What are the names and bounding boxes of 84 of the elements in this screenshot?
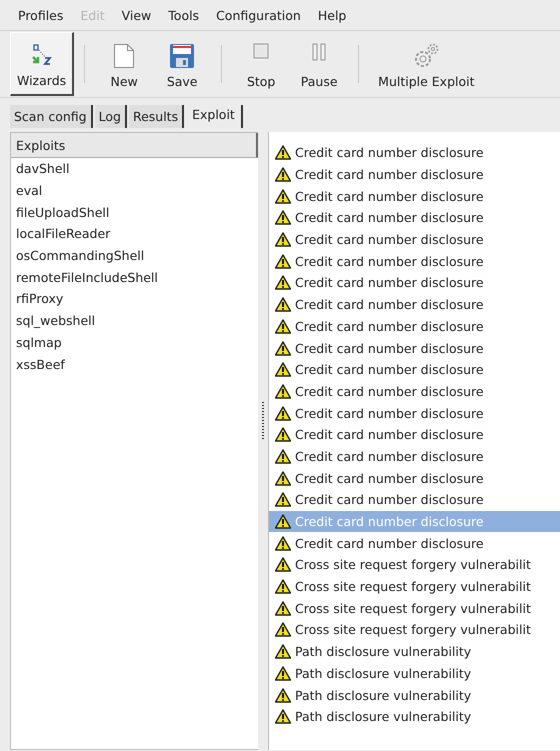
warning-icon [275, 557, 291, 572]
toolbar-button[interactable]: Save [153, 32, 212, 96]
vulnerability-item[interactable]: Cross site request forgery vulnerabilit [269, 619, 560, 641]
tab[interactable]: Log [94, 105, 127, 128]
menu-item[interactable]: Profiles [10, 8, 72, 22]
menu-item[interactable]: Help [310, 8, 356, 22]
warning-icon [275, 340, 291, 356]
vulnerability-item[interactable]: Credit card number disclosure [269, 337, 560, 359]
warning-icon [275, 318, 291, 334]
exploit-item[interactable]: xssBeef [11, 353, 258, 375]
exploit-item[interactable]: sqlmap [11, 332, 258, 354]
warning-icon [275, 362, 291, 378]
warning-icon [275, 275, 291, 290]
vulnerability-item[interactable]: Credit card number disclosure [269, 402, 560, 424]
exploit-item[interactable]: rfiProxy [11, 288, 258, 310]
vulnerability-item[interactable]: Credit card number disclosure [269, 358, 560, 381]
vulnerability-item[interactable]: Credit card number disclosure [269, 316, 560, 338]
vulnerability-item[interactable]: Credit card number disclosure [269, 467, 560, 489]
warning-icon [275, 167, 291, 182]
stop-square-icon [253, 43, 270, 59]
vulnerability-item[interactable]: Cross site request forgery vulnerabilit [269, 576, 560, 598]
exploit-item[interactable]: fileUploadShell [11, 201, 258, 224]
vulnerability-item[interactable]: Cross site request forgery vulnerabilit [269, 597, 560, 620]
warning-icon [275, 297, 291, 312]
vulnerability-item[interactable]: Credit card number disclosure [269, 489, 560, 511]
warning-icon [275, 406, 291, 421]
warning-icon [275, 145, 291, 160]
exploit-item[interactable]: davShell [11, 158, 258, 180]
splitter-handle[interactable] [262, 402, 264, 440]
vulnerability-item[interactable]: Credit card number disclosure [269, 228, 560, 250]
gears-icon [412, 43, 440, 69]
vulnerability-item[interactable]: Credit card number disclosure [269, 272, 560, 294]
tab[interactable]: Results [128, 105, 184, 128]
toolbar-button[interactable]: Multiple Exploit [369, 32, 482, 96]
vulnerability-item[interactable]: Path disclosure vulnerability [269, 706, 560, 728]
exploit-item[interactable]: localFileReader [11, 223, 258, 245]
warning-icon [275, 644, 291, 660]
vulnerability-item[interactable]: Path disclosure vulnerability [269, 684, 560, 706]
toolbar-button[interactable]: Wizards [10, 32, 74, 96]
toolbar-button[interactable]: New [95, 32, 154, 96]
menu-item[interactable]: Configuration [208, 8, 310, 22]
vulnerability-item[interactable]: Credit card number disclosure [269, 446, 560, 468]
exploit-item[interactable]: remoteFileIncludeShell [11, 266, 258, 288]
vulnerability-item[interactable]: Credit card number disclosure [269, 380, 560, 402]
warning-icon [275, 384, 291, 399]
blank-page-icon [113, 43, 136, 69]
exploit-item[interactable]: osCommandingShell [11, 244, 258, 266]
vulnerability-item[interactable]: Cross site request forgery vulnerabilit [269, 554, 560, 576]
warning-icon [275, 448, 291, 464]
vulnerability-item[interactable]: Path disclosure vulnerability [269, 662, 560, 684]
vulnerability-item[interactable]: Credit card number disclosure [269, 185, 560, 208]
vulnerability-item[interactable]: Credit card number disclosure [269, 424, 560, 446]
vulnerability-item[interactable]: Credit card number disclosure [269, 207, 560, 229]
a-to-z-icon [30, 43, 54, 67]
warning-icon [275, 470, 291, 486]
vulnerability-item[interactable]: Credit card number disclosure [269, 294, 560, 316]
vulnerability-item[interactable]: Credit card number disclosure [269, 142, 560, 164]
warning-icon [275, 666, 291, 681]
pause-icon [311, 43, 328, 61]
exploit-item[interactable]: eval [11, 180, 258, 202]
warning-icon [275, 427, 291, 442]
warning-icon [275, 579, 291, 594]
vulnerability-item[interactable]: Credit card number disclosure [269, 164, 560, 186]
menu-item[interactable]: Tools [160, 8, 208, 22]
warning-icon [275, 688, 291, 703]
warning-icon [275, 709, 291, 724]
warning-icon [275, 536, 291, 551]
tab[interactable]: Scan config [10, 105, 93, 128]
menu-item[interactable]: View [114, 8, 160, 22]
vulnerability-item[interactable]: Credit card number disclosure [269, 250, 560, 272]
toolbar-button[interactable]: Stop [232, 32, 290, 96]
warning-icon [275, 514, 291, 530]
vulnerability-item[interactable]: Credit card number disclosure [269, 532, 560, 554]
exploit-item[interactable]: sql_webshell [11, 310, 258, 332]
vulnerability-item[interactable]: Path disclosure vulnerability [269, 640, 560, 662]
warning-icon [275, 210, 291, 226]
warning-icon [275, 600, 291, 616]
toolbar-button[interactable]: Pause [290, 32, 348, 96]
warning-icon [275, 188, 291, 204]
warning-icon [275, 492, 291, 508]
column-header: Exploits [11, 133, 258, 158]
warning-icon [275, 232, 291, 248]
warning-icon [275, 622, 291, 638]
warning-icon [275, 254, 291, 269]
